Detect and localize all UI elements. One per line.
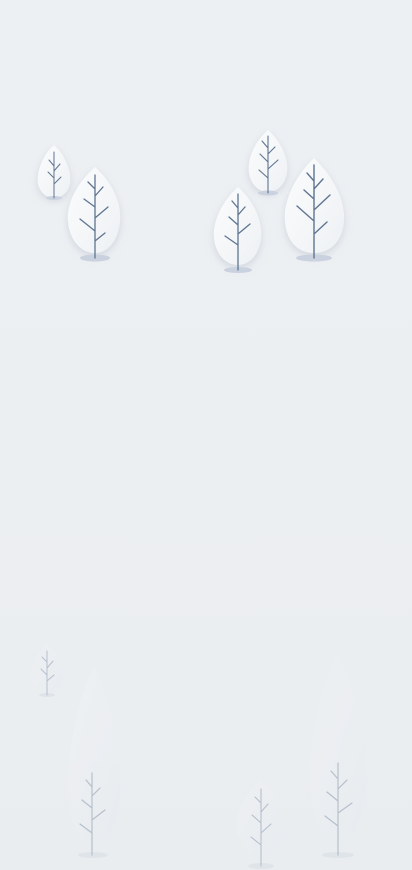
tree-illustration [30,130,367,869]
tree-icon [67,665,121,858]
tree-icon [309,654,367,858]
tree-icon [284,158,345,262]
tree-icon [37,145,71,200]
background-scene [0,0,412,870]
tree-icon [213,187,262,273]
tree-icon [30,643,64,697]
tree-icon [236,780,285,869]
tree-icon [67,167,121,262]
tree-icon [248,130,288,196]
